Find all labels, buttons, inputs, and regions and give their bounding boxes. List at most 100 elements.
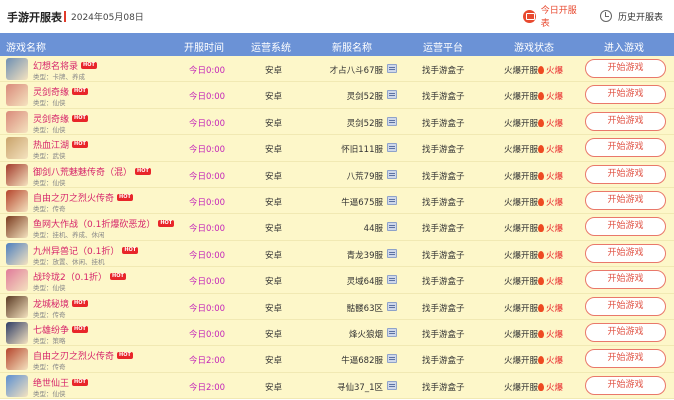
history-servers-label: 历史开服表	[618, 12, 664, 23]
game-thumbnail[interactable]	[6, 295, 28, 318]
start-game-button[interactable]: 开始游戏	[585, 138, 666, 158]
game-thumbnail[interactable]	[6, 58, 28, 80]
platform: 找手游盒子	[422, 382, 465, 393]
history-servers-button[interactable]: 历史开服表	[598, 7, 668, 25]
server-name: 牛逼682服	[341, 356, 383, 367]
today-servers-button[interactable]: 今日开服表	[520, 6, 585, 29]
start-game-button[interactable]: 开始游戏	[585, 217, 666, 237]
game-thumbnail[interactable]	[6, 242, 28, 265]
heat-indicator: 火爆	[538, 222, 563, 234]
operating-system: 安卓	[265, 330, 283, 340]
start-game-button[interactable]: 开始游戏	[585, 59, 666, 78]
game-status: 火爆开服	[504, 382, 539, 393]
game-thumbnail[interactable]	[6, 137, 28, 160]
flame-icon	[538, 118, 544, 127]
heat-label: 火爆	[546, 145, 564, 156]
operating-system: 安卓	[265, 224, 283, 235]
operating-system: 安卓	[265, 145, 283, 156]
open-time: 今日0:00	[189, 224, 226, 235]
game-type: 类型：传奇	[33, 205, 66, 213]
heat-indicator: 火爆	[538, 381, 563, 393]
start-game-button[interactable]: 开始游戏	[585, 323, 666, 342]
heat-label: 火爆	[546, 356, 564, 367]
top-bar: 手游开服表 2024年05月08日 今日开服表 历史开服表	[0, 0, 674, 33]
operating-system: 安卓	[265, 250, 283, 261]
operating-system: 安卓	[265, 171, 283, 182]
table-row: 绝世仙王 HOT 类型：仙侠 今日2:00 安卓 寻仙37_1区 找手游盒子 火爆开服 火爆 开始…	[0, 372, 674, 400]
page-date: 2024年05月08日	[71, 13, 144, 23]
hot-badge: HOT	[158, 220, 175, 228]
start-game-button[interactable]: 开始游戏	[585, 85, 666, 105]
server-icon	[387, 196, 397, 205]
start-game-button[interactable]: 开始游戏	[585, 270, 666, 290]
game-type: 类型：挂机、养成、休闲	[33, 231, 105, 240]
title-divider	[64, 11, 66, 22]
game-status: 火爆开服	[504, 330, 539, 340]
game-thumbnail[interactable]	[6, 190, 28, 212]
game-thumbnail[interactable]	[6, 163, 28, 186]
operating-system: 安卓	[265, 303, 283, 314]
game-thumbnail[interactable]	[6, 374, 28, 397]
platform: 找手游盒子	[422, 118, 465, 129]
game-thumbnail[interactable]	[6, 348, 28, 371]
server-icon	[387, 380, 397, 390]
table-row: 热血江湖 HOT 类型：武侠 今日0:00 安卓 怀旧111服 找手游盒子 火爆开服 火爆 开始游…	[0, 135, 674, 162]
start-game-button[interactable]: 开始游戏	[585, 111, 666, 131]
server-icon	[387, 222, 397, 232]
platform: 找手游盒子	[422, 356, 465, 367]
heat-label: 火爆	[546, 171, 564, 182]
platform: 找手游盒子	[422, 250, 465, 261]
start-game-button[interactable]: 开始游戏	[585, 296, 666, 316]
heat-label: 火爆	[546, 224, 564, 235]
game-status: 火爆开服	[504, 198, 539, 208]
hot-badge: HOT	[135, 167, 151, 175]
game-thumbnail[interactable]	[6, 269, 28, 292]
game-type: 类型：仙侠	[33, 284, 66, 293]
flame-icon	[538, 250, 544, 259]
operating-system: 安卓	[265, 382, 283, 393]
heat-label: 火爆	[546, 250, 564, 261]
hot-badge: HOT	[72, 88, 88, 96]
game-status: 火爆开服	[504, 118, 539, 129]
hot-badge: HOT	[117, 352, 133, 360]
game-thumbnail[interactable]	[6, 216, 28, 239]
table-row: 战玲珑2（0.1折） HOT 类型：仙侠 今日0:00 安卓 灵域64服 找手游盒子 火爆开服…	[0, 267, 674, 294]
game-thumbnail[interactable]	[6, 84, 28, 107]
server-icon	[387, 90, 397, 100]
table-row: 御剑八荒魅魅传奇（混） HOT 类型：仙侠 今日0:00 安卓 八荒79服 找手游盒子 火爆开…	[0, 161, 674, 188]
server-name: 才占八斗67服	[329, 66, 383, 76]
platform: 找手游盒子	[422, 277, 465, 288]
heat-indicator: 火爆	[538, 143, 563, 155]
operating-system: 安卓	[265, 66, 283, 76]
server-name: 灵剑52服	[346, 92, 383, 103]
table-row: 灵剑奇缘 HOT 类型：仙侠 今日0:00 安卓 灵剑52服 找手游盒子 火爆开服 火爆 开始游戏	[0, 82, 674, 109]
start-game-button[interactable]: 开始游戏	[585, 164, 666, 184]
col-enter-game: 进入游戏	[604, 43, 644, 54]
game-thumbnail[interactable]	[6, 110, 28, 133]
start-game-button[interactable]: 开始游戏	[585, 349, 666, 369]
heat-indicator: 火爆	[538, 328, 563, 340]
hot-badge: HOT	[72, 114, 88, 122]
open-time: 今日0:00	[189, 277, 226, 288]
col-open-time: 开服时间	[184, 43, 224, 54]
hot-badge: HOT	[72, 141, 88, 149]
start-game-button[interactable]: 开始游戏	[585, 191, 666, 210]
heat-label: 火爆	[546, 330, 564, 340]
server-name: 牛逼675服	[341, 198, 383, 208]
game-type: 类型：仙侠	[33, 125, 66, 134]
open-time: 今日0:00	[189, 198, 226, 208]
start-game-button[interactable]: 开始游戏	[585, 243, 666, 263]
calendar-icon	[523, 9, 536, 23]
heat-indicator: 火爆	[538, 249, 563, 261]
operating-system: 安卓	[265, 92, 283, 103]
server-name: 青龙39服	[346, 250, 383, 261]
game-type: 类型：卡牌、养成	[33, 73, 85, 81]
game-thumbnail[interactable]	[6, 322, 28, 344]
start-game-button[interactable]: 开始游戏	[585, 375, 666, 395]
server-icon	[387, 64, 397, 73]
flame-icon	[538, 92, 544, 101]
open-time: 今日0:00	[189, 250, 226, 261]
flame-icon	[538, 224, 544, 233]
platform: 找手游盒子	[422, 330, 465, 340]
heat-label: 火爆	[546, 277, 564, 288]
